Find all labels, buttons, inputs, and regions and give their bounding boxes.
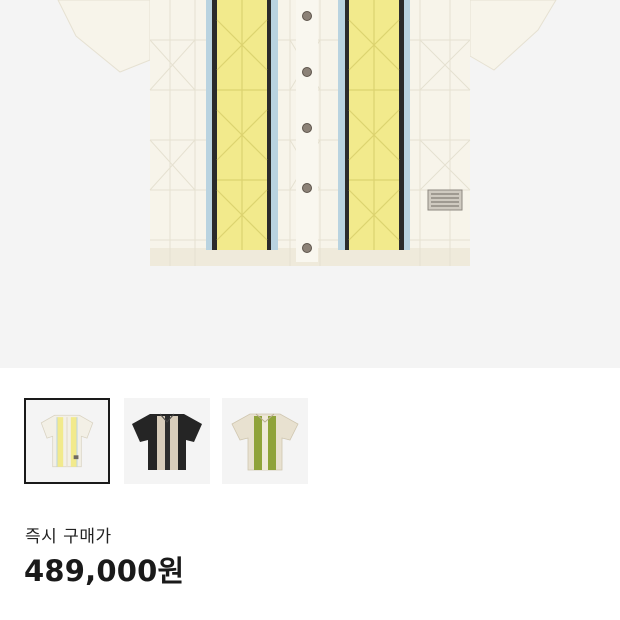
instant-buy-price-label: 즉시 구매가 <box>25 527 112 547</box>
knit-shirt-illustration <box>57 0 557 266</box>
product-main-image[interactable] <box>0 0 620 368</box>
black-beige-shirt-thumbnail <box>124 398 210 484</box>
product-thumbnail-3[interactable] <box>222 398 308 484</box>
product-thumbnail-1[interactable] <box>24 398 110 484</box>
instant-buy-price: 489,000원 <box>24 554 185 588</box>
product-thumbnail-2[interactable] <box>124 398 210 484</box>
beige-green-shirt-thumbnail <box>222 398 308 484</box>
cream-yellow-shirt-thumbnail <box>26 400 108 482</box>
